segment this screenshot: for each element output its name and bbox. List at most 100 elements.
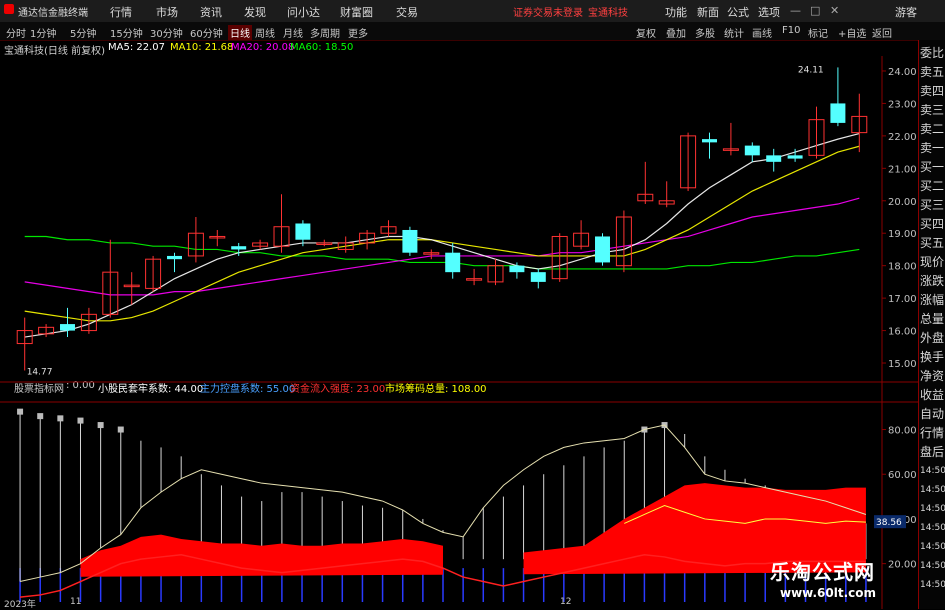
- menu-item-discover[interactable]: 发现: [244, 4, 266, 20]
- period-tab-15min[interactable]: 15分钟: [110, 25, 143, 40]
- side-panel-item[interactable]: 自动: [920, 407, 944, 421]
- toolbar-f10[interactable]: F10: [782, 25, 800, 36]
- menu-item-options[interactable]: 选项: [758, 4, 780, 20]
- side-panel-item[interactable]: 盘后: [920, 445, 944, 459]
- period-tab-60min[interactable]: 60分钟: [190, 25, 223, 40]
- side-panel-item[interactable]: 买五: [920, 236, 944, 250]
- date-label-year: 2023年: [4, 600, 36, 610]
- side-panel-item[interactable]: 买四: [920, 217, 944, 231]
- menu-item-quotes[interactable]: 行情: [110, 4, 132, 20]
- menu-item-function[interactable]: 功能: [665, 4, 687, 20]
- ma60-label: MA60: 18.50: [290, 42, 354, 53]
- menu-item-trade[interactable]: 交易: [396, 4, 418, 20]
- toolbar-multi-stock[interactable]: 多股: [695, 25, 715, 40]
- menu-item-market[interactable]: 市场: [156, 4, 178, 20]
- indicator-tick-label: 60.00: [888, 470, 917, 481]
- side-panel-item[interactable]: 14:50: [920, 521, 945, 535]
- price-tick-label: 23.00: [888, 99, 917, 110]
- white-bar-cap: [97, 422, 104, 429]
- side-panel-item[interactable]: 现价: [920, 255, 944, 269]
- side-panel-item[interactable]: 买一: [920, 160, 944, 174]
- side-panel-item[interactable]: 卖五: [920, 65, 944, 79]
- close-icon[interactable]: ✕: [830, 4, 839, 17]
- toolbar-back[interactable]: 返回: [872, 25, 892, 40]
- menu-item-news[interactable]: 资讯: [200, 4, 222, 20]
- side-panel-item[interactable]: 14:50: [920, 464, 945, 478]
- candle-body: [445, 252, 461, 273]
- side-panel-item[interactable]: 涨幅: [920, 293, 944, 307]
- side-panel-item[interactable]: 14:50: [920, 559, 945, 573]
- menu-item-new-page[interactable]: 新面: [697, 4, 719, 20]
- date-label-dec: 12: [560, 597, 572, 607]
- maximize-icon[interactable]: □: [810, 4, 820, 17]
- side-panel-item[interactable]: 行情: [920, 426, 944, 440]
- toolbar-stats[interactable]: 统计: [724, 25, 744, 40]
- login-notice[interactable]: 证券交易未登录: [513, 4, 583, 19]
- side-panel-item[interactable]: 换手: [920, 350, 944, 364]
- side-panel-item[interactable]: 卖四: [920, 84, 944, 98]
- menu-item-formula[interactable]: 公式: [727, 4, 749, 20]
- side-panel-item[interactable]: 14:50: [920, 540, 945, 554]
- ma20-line: [24, 197, 860, 296]
- candle-body: [509, 265, 525, 273]
- app-title: 通达信金融终端: [18, 8, 88, 19]
- price-tick-label: 16.00: [888, 327, 917, 338]
- price-tick-label: 20.00: [888, 197, 917, 208]
- side-panel-item[interactable]: 外盘: [920, 331, 944, 345]
- price-tick-label: 18.00: [888, 262, 917, 273]
- quote-side-panel: 委比卖五卖四卖三卖二卖一买一买二买三买四买五现价涨跌涨幅总量外盘换手净资收益自动…: [918, 40, 945, 609]
- side-panel-item[interactable]: 净资: [920, 369, 944, 383]
- period-tab-more[interactable]: 更多: [348, 25, 368, 40]
- side-panel-item[interactable]: 收益: [920, 388, 944, 402]
- period-tab-multi[interactable]: 多周期: [310, 25, 340, 40]
- toolbar-add-watch[interactable]: +自选: [838, 25, 866, 40]
- side-panel-item[interactable]: 14:50: [920, 502, 945, 516]
- low-annotation: 14.77: [27, 367, 53, 377]
- guest-label[interactable]: 游客: [895, 4, 917, 20]
- candle-body: [231, 246, 247, 250]
- price-tick-label: 22.00: [888, 132, 917, 143]
- side-panel-item[interactable]: 卖一: [920, 141, 944, 155]
- side-panel-item[interactable]: 涨跌: [920, 274, 944, 288]
- side-panel-item[interactable]: 14:50: [920, 578, 945, 592]
- candle-body: [402, 229, 418, 253]
- period-tab-5min[interactable]: 5分钟: [70, 25, 96, 40]
- price-tick-label: 24.00: [888, 67, 917, 78]
- toolbar-mark[interactable]: 标记: [808, 25, 828, 40]
- period-tab-1min[interactable]: 1分钟: [30, 25, 56, 40]
- toolbar-fuquan[interactable]: 复权: [636, 25, 656, 40]
- watermark-url: www.60lt.com: [780, 586, 877, 600]
- ma10-label: MA10: 21.68: [170, 42, 234, 53]
- side-panel-item[interactable]: 买二: [920, 179, 944, 193]
- toolbar-overlay[interactable]: 叠加: [666, 25, 686, 40]
- candle-body: [60, 324, 75, 331]
- white-bar-cap: [117, 426, 124, 433]
- period-toolbar: 分时 1分钟 5分钟 15分钟 30分钟 60分钟 日线 周线 月线 多周期 更…: [0, 22, 945, 41]
- side-panel-item[interactable]: 卖三: [920, 103, 944, 117]
- white-bar-cap: [77, 417, 84, 424]
- kline-chart[interactable]: 24.00 23.00 22.00 21.00 20.00 19.00 18.00 17.00…: [0, 56, 918, 609]
- menu-bar: 通达信金融终端 行情 市场 资讯 发现 问小达 财富圈 交易 证券交易未登录 宝…: [0, 0, 945, 23]
- price-tick-label: 19.00: [888, 229, 917, 240]
- white-bar-cap: [37, 413, 44, 420]
- side-panel-item[interactable]: 14:50: [920, 483, 945, 497]
- candle-body: [830, 103, 846, 123]
- last-value-label: 38.56: [876, 518, 902, 528]
- ma5-line: [24, 133, 860, 338]
- period-tab-daily[interactable]: 日线: [228, 25, 252, 40]
- price-tick-label: 21.00: [888, 164, 917, 175]
- period-tab-monthly[interactable]: 月线: [283, 25, 303, 40]
- period-tab-30min[interactable]: 30分钟: [150, 25, 183, 40]
- period-tab-timeshare[interactable]: 分时: [6, 25, 26, 40]
- menu-item-ask[interactable]: 问小达: [287, 4, 320, 20]
- side-panel-item[interactable]: 总量: [920, 312, 944, 326]
- side-panel-item[interactable]: 买三: [920, 198, 944, 212]
- period-tab-weekly[interactable]: 周线: [255, 25, 275, 40]
- candle-body: [167, 255, 182, 260]
- candle-body: [295, 223, 311, 240]
- menu-item-wealth[interactable]: 财富圈: [340, 4, 373, 20]
- toolbar-draw[interactable]: 画线: [752, 25, 772, 40]
- minimize-icon[interactable]: —: [790, 4, 801, 17]
- side-panel-item[interactable]: 委比: [920, 46, 944, 60]
- side-panel-item[interactable]: 卖二: [920, 122, 944, 136]
